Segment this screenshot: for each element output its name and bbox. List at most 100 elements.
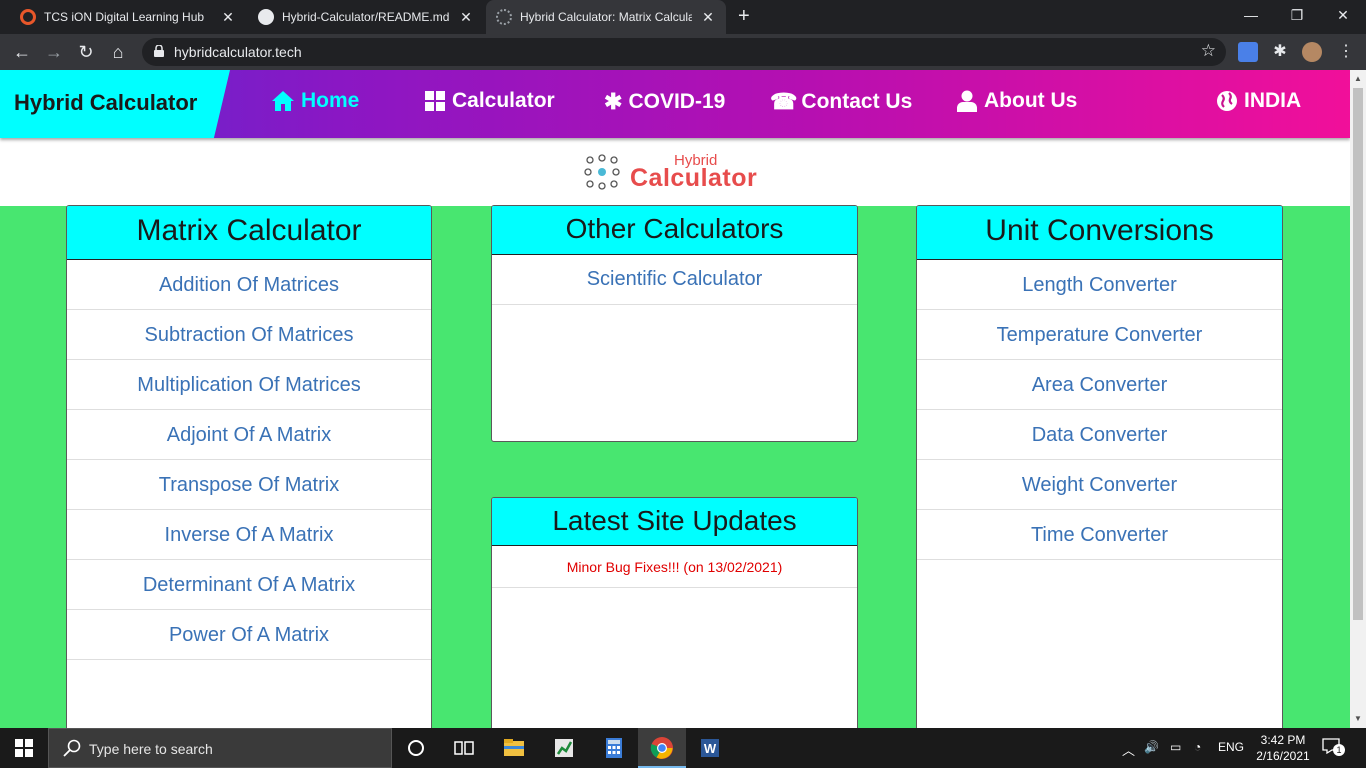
- tray-chevron-icon[interactable]: ︿: [1122, 740, 1135, 759]
- link-weight-converter[interactable]: Weight Converter: [917, 460, 1282, 510]
- extensions-icon[interactable]: ✱: [1270, 42, 1290, 62]
- user-icon: [957, 90, 977, 112]
- grid-icon: [425, 91, 445, 111]
- clock-time: 3:42 PM: [1260, 733, 1306, 747]
- taskbar-clock[interactable]: 3:42 PM 2/16/2021: [1250, 732, 1316, 764]
- windows-taskbar: Type here to search W ︿ 🔊 ▭ ◔ ENG 3:42 P…: [0, 728, 1366, 768]
- units-card-title: Unit Conversions: [917, 206, 1282, 260]
- globe-icon: [1217, 91, 1237, 111]
- chrome-icon: [650, 737, 673, 759]
- cortana-icon[interactable]: [404, 736, 428, 760]
- language-indicator[interactable]: ENG: [1218, 740, 1244, 754]
- nav-calculator-label: Calculator: [452, 89, 555, 112]
- browser-tab[interactable]: Hybrid-Calculator/README.md at ✕: [248, 0, 484, 34]
- link-addition[interactable]: Addition Of Matrices: [67, 260, 431, 310]
- back-icon[interactable]: ←: [10, 40, 34, 64]
- link-temperature-converter[interactable]: Temperature Converter: [917, 310, 1282, 360]
- link-multiplication[interactable]: Multiplication Of Matrices: [67, 360, 431, 410]
- scrollbar-thumb[interactable]: [1353, 88, 1363, 620]
- nav-covid-label: COVID-19: [628, 90, 726, 113]
- wifi-icon[interactable]: ◔: [1194, 740, 1201, 754]
- link-data-converter[interactable]: Data Converter: [917, 410, 1282, 460]
- link-scientific-calculator[interactable]: Scientific Calculator: [492, 255, 857, 305]
- search-icon: [63, 739, 81, 757]
- nav-about[interactable]: About Us: [956, 89, 1077, 113]
- link-adjoint[interactable]: Adjoint Of A Matrix: [67, 410, 431, 460]
- logo-nodes-icon: [584, 154, 620, 190]
- nav-contact[interactable]: ☎ Contact Us: [770, 89, 912, 115]
- new-tab-icon[interactable]: +: [738, 6, 750, 26]
- matrix-calculator-card: Matrix Calculator Addition Of Matrices S…: [66, 205, 432, 728]
- web-page: Hybrid Calculator Home Calculator ✱ COVI…: [0, 70, 1350, 728]
- browser-tab-active[interactable]: Hybrid Calculator: Matrix Calculat ✕: [486, 0, 726, 34]
- logo-big-text: Calculator: [630, 164, 758, 192]
- github-favicon-icon: [258, 9, 274, 25]
- phone-icon: ☎: [770, 89, 798, 114]
- link-time-converter[interactable]: Time Converter: [917, 510, 1282, 560]
- action-center-button[interactable]: 1: [1322, 738, 1345, 758]
- other-calculators-card: Other Calculators Scientific Calculator: [491, 205, 858, 442]
- nav-calculator[interactable]: Calculator: [424, 89, 555, 113]
- url-text: hybridcalculator.tech: [174, 44, 302, 60]
- link-area-converter[interactable]: Area Converter: [917, 360, 1282, 410]
- nav-home[interactable]: Home: [271, 89, 359, 113]
- site-logo: Hybrid Calculator: [584, 152, 774, 192]
- home-icon: [272, 91, 294, 111]
- file-explorer-icon[interactable]: [502, 736, 526, 760]
- tab-title: Hybrid-Calculator/README.md at: [282, 10, 450, 24]
- scroll-down-icon[interactable]: ▼: [1354, 714, 1362, 723]
- browser-tab[interactable]: TCS iON Digital Learning Hub ✕: [10, 0, 246, 34]
- volume-icon[interactable]: 🔊: [1144, 740, 1159, 754]
- battery-icon[interactable]: ▭: [1170, 740, 1181, 754]
- forward-icon[interactable]: →: [42, 40, 66, 64]
- translate-extension-icon[interactable]: [1238, 42, 1258, 62]
- excel-app-icon[interactable]: [552, 736, 576, 760]
- address-bar[interactable]: hybridcalculator.tech ☆: [142, 38, 1226, 66]
- latest-updates-card: Latest Site Updates Minor Bug Fixes!!! (…: [491, 497, 858, 728]
- link-inverse[interactable]: Inverse Of A Matrix: [67, 510, 431, 560]
- unit-conversions-card: Unit Conversions Length Converter Temper…: [916, 205, 1283, 728]
- taskbar-search[interactable]: Type here to search: [48, 728, 392, 768]
- windows-logo-icon: [15, 739, 33, 757]
- close-icon[interactable]: ✕: [220, 9, 236, 26]
- menu-icon[interactable]: ⋮: [1336, 42, 1356, 62]
- close-icon[interactable]: ✕: [700, 9, 716, 26]
- tab-title: Hybrid Calculator: Matrix Calculat: [520, 10, 692, 24]
- link-power[interactable]: Power Of A Matrix: [67, 610, 431, 660]
- reload-icon[interactable]: ↻: [74, 40, 98, 64]
- nav-covid[interactable]: ✱ COVID-19: [604, 89, 725, 115]
- matrix-card-title: Matrix Calculator: [67, 206, 431, 260]
- browser-toolbar: ← → ↻ ⌂ hybridcalculator.tech ☆ ✱ ⋮: [0, 34, 1366, 70]
- bookmark-star-icon[interactable]: ☆: [1201, 41, 1216, 61]
- nav-about-label: About Us: [984, 89, 1078, 112]
- site-navbar: Hybrid Calculator Home Calculator ✱ COVI…: [0, 70, 1350, 138]
- close-window-icon[interactable]: ✕: [1320, 0, 1366, 30]
- task-view-icon[interactable]: [452, 736, 476, 760]
- word-app-icon[interactable]: W: [698, 736, 722, 760]
- updates-card-title: Latest Site Updates: [492, 498, 857, 546]
- home-button-icon[interactable]: ⌂: [106, 40, 130, 64]
- page-scrollbar[interactable]: ▲ ▼: [1350, 70, 1366, 728]
- link-transpose[interactable]: Transpose Of Matrix: [67, 460, 431, 510]
- browser-tabbar: TCS iON Digital Learning Hub ✕ Hybrid-Ca…: [0, 0, 1366, 34]
- clock-date: 2/16/2021: [1256, 749, 1310, 763]
- restore-icon[interactable]: ❐: [1274, 0, 1320, 30]
- link-length-converter[interactable]: Length Converter: [917, 260, 1282, 310]
- lock-icon: [154, 45, 164, 57]
- close-icon[interactable]: ✕: [458, 9, 474, 26]
- start-button[interactable]: [0, 728, 48, 768]
- site-favicon-icon: [496, 9, 512, 25]
- calculator-app-icon[interactable]: [602, 736, 626, 760]
- nav-region[interactable]: INDIA: [1216, 89, 1301, 113]
- profile-avatar[interactable]: [1302, 42, 1322, 62]
- nav-contact-label: Contact Us: [801, 90, 913, 113]
- site-brand[interactable]: Hybrid Calculator: [0, 70, 230, 138]
- brand-text: Hybrid Calculator: [14, 90, 198, 115]
- link-subtraction[interactable]: Subtraction Of Matrices: [67, 310, 431, 360]
- chrome-taskbar-button[interactable]: [638, 728, 686, 768]
- scroll-up-icon[interactable]: ▲: [1354, 74, 1362, 83]
- svg-text:W: W: [704, 741, 717, 756]
- minimize-icon[interactable]: —: [1228, 0, 1274, 30]
- link-determinant[interactable]: Determinant Of A Matrix: [67, 560, 431, 610]
- nav-home-label: Home: [301, 89, 360, 112]
